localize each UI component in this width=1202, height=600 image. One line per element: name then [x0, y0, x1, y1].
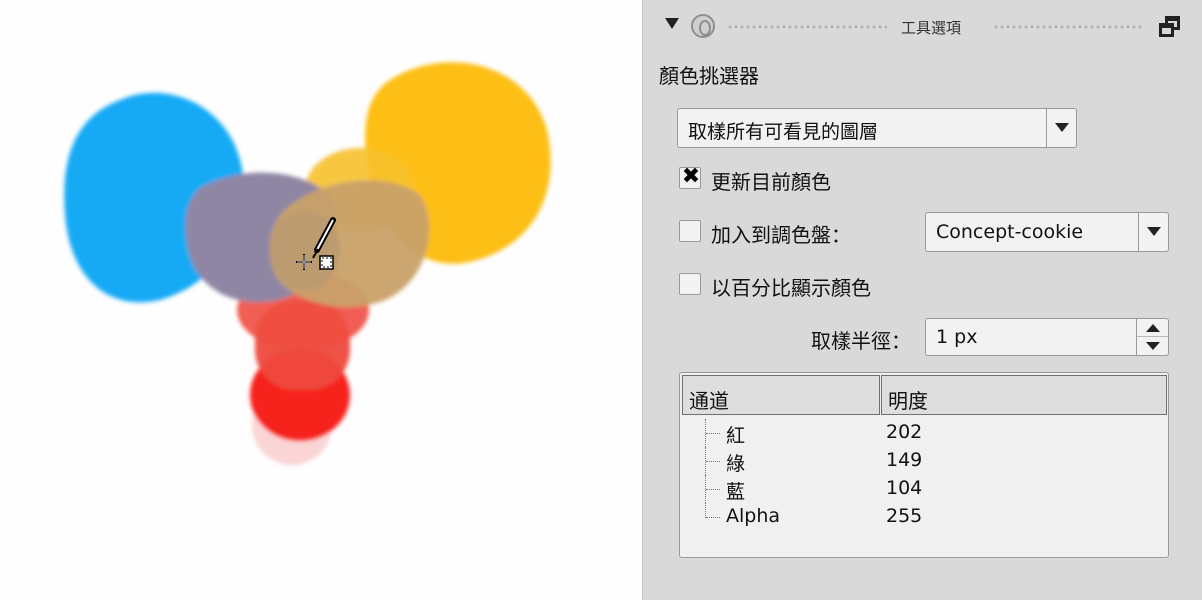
table-row[interactable]: 綠 149: [680, 447, 1168, 475]
spin-down-icon[interactable]: [1146, 342, 1160, 350]
chevron-down-icon[interactable]: [1138, 213, 1168, 251]
chevron-down-icon[interactable]: [1046, 109, 1076, 147]
tree-connector: [705, 503, 720, 518]
dock-grip-left[interactable]: [727, 24, 887, 30]
sample-radius-value[interactable]: 1 px: [936, 326, 977, 348]
sample-radius-label: 取樣半徑：: [811, 329, 911, 353]
panel-title: 工具選項: [901, 19, 962, 37]
tool-title: 顏色挑選器: [659, 64, 759, 88]
channel-value: 255: [886, 505, 923, 527]
sample-mode-dropdown[interactable]: 取樣所有可看見的圖層: [677, 108, 1077, 148]
check-x-icon: ✖: [681, 164, 701, 189]
spin-up-icon[interactable]: [1146, 324, 1160, 332]
channels-table: 通道 明度 紅 202 綠 149 藍 104 Alpha 255: [679, 372, 1169, 558]
detach-window-icon[interactable]: [1159, 16, 1181, 38]
add-to-palette-checkbox[interactable]: [679, 220, 701, 242]
pin-icon[interactable]: [691, 14, 715, 38]
update-current-color-label: 更新目前顏色: [711, 170, 831, 194]
triangle-down-icon[interactable]: [665, 18, 679, 29]
paint-strokes: [64, 62, 551, 465]
channel-name: 藍: [726, 481, 746, 503]
dock-grip-right[interactable]: [993, 24, 1143, 30]
update-current-color-checkbox[interactable]: ✖: [679, 164, 701, 189]
add-to-palette-label: 加入到調色盤：: [711, 223, 851, 247]
sample-mode-value: 取樣所有可看見的圖層: [688, 121, 879, 143]
sample-radius-spinner[interactable]: 1 px: [925, 318, 1169, 356]
tree-connector: [705, 447, 720, 475]
tool-options-panel: 工具選項 顏色挑選器 取樣所有可看見的圖層 ✖ 更新目前顏色 加入到調色盤： C…: [642, 0, 1202, 600]
channel-name: 綠: [726, 453, 746, 475]
tree-connector: [705, 475, 720, 503]
channel-value: 104: [886, 477, 923, 499]
table-row[interactable]: 藍 104: [680, 475, 1168, 503]
show-percentage-checkbox[interactable]: [679, 273, 701, 295]
table-row[interactable]: Alpha 255: [680, 503, 1168, 531]
tree-connector: [705, 419, 720, 447]
channel-value: 202: [886, 421, 923, 443]
channel-name: 紅: [726, 425, 746, 447]
painting-canvas[interactable]: [0, 0, 642, 600]
palette-value: Concept-cookie: [936, 221, 1084, 243]
show-percentage-label: 以百分比顯示顏色: [711, 276, 871, 300]
table-row[interactable]: 紅 202: [680, 419, 1168, 447]
channel-name: Alpha: [726, 505, 781, 527]
palette-dropdown[interactable]: Concept-cookie: [925, 212, 1169, 252]
channel-value: 149: [886, 449, 923, 471]
column-header-value[interactable]: 明度: [881, 375, 1167, 415]
column-header-channel[interactable]: 通道: [682, 375, 880, 415]
